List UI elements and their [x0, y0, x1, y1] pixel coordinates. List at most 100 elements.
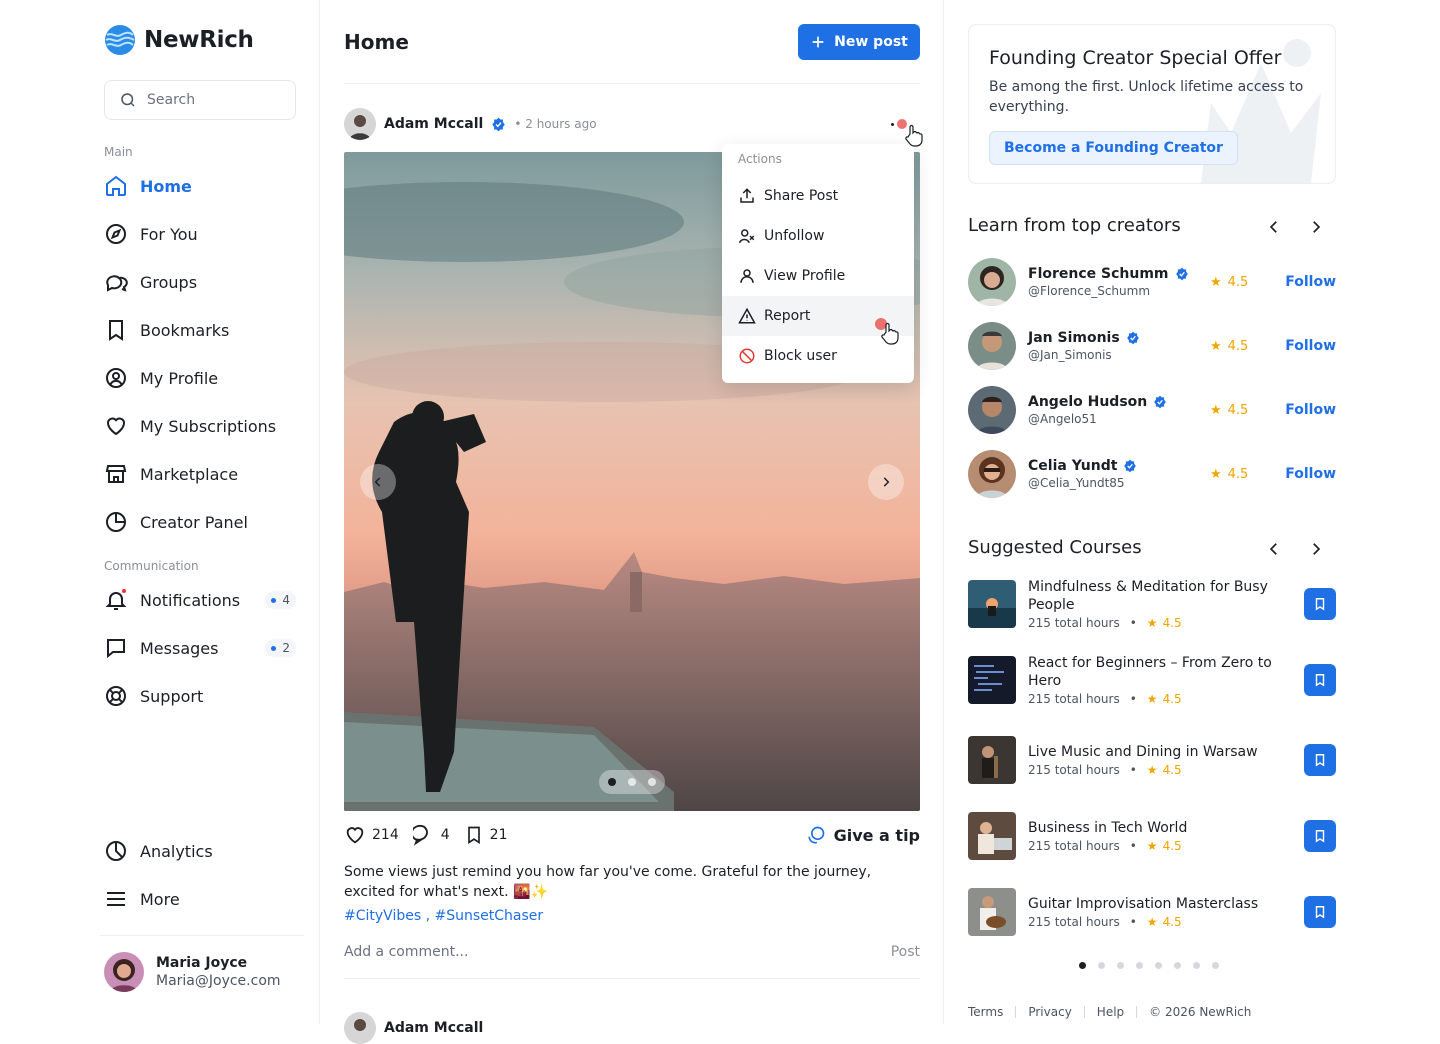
post-caption: Some views just remind you how far you'v…: [344, 864, 872, 900]
avatar[interactable]: [968, 258, 1016, 306]
chevron-left-icon[interactable]: [1265, 218, 1283, 236]
sidebar-item-my-profile[interactable]: My Profile: [104, 362, 300, 394]
sidebar-item-more[interactable]: More: [104, 883, 300, 915]
pagination-dot[interactable]: [1098, 962, 1105, 969]
bookmark-course-button[interactable]: [1304, 820, 1336, 852]
like-button[interactable]: 214: [344, 824, 399, 846]
pagination-dot[interactable]: [1212, 962, 1219, 969]
course-thumbnail[interactable]: [968, 656, 1016, 704]
avatar[interactable]: [344, 1012, 376, 1044]
chevron-left-icon[interactable]: [1265, 540, 1283, 558]
pagination-dot[interactable]: [628, 778, 636, 786]
bookmark-course-button[interactable]: [1304, 588, 1336, 620]
course-title[interactable]: Mindfulness & Meditation for Busy People: [1028, 578, 1276, 614]
post-header: Adam Mccall • 2 hours ago: [344, 108, 597, 140]
pagination-dot[interactable]: [1155, 962, 1162, 969]
new-post-button[interactable]: New post: [798, 24, 920, 60]
become-founding-creator-button[interactable]: Become a Founding Creator: [989, 131, 1238, 165]
save-button[interactable]: 21: [464, 825, 507, 845]
sidebar-item-analytics[interactable]: Analytics: [104, 835, 300, 867]
post-author-name[interactable]: Adam Mccall: [384, 1020, 483, 1036]
menu-item-view-profile[interactable]: View Profile: [722, 256, 914, 296]
creator-name[interactable]: Jan Simonis: [1028, 330, 1140, 346]
course-title[interactable]: Guitar Improvisation Masterclass: [1028, 895, 1276, 913]
pagination-dot[interactable]: [1079, 962, 1086, 969]
follow-button[interactable]: Follow: [1285, 274, 1336, 290]
hashtag-link[interactable]: #CityVibes: [344, 908, 421, 924]
follow-button[interactable]: Follow: [1285, 466, 1336, 482]
comment-button[interactable]: 4: [412, 824, 450, 846]
avatar: [104, 952, 144, 992]
post-author-name[interactable]: Adam Mccall: [384, 116, 483, 132]
bookmark-course-button[interactable]: [1304, 744, 1336, 776]
courses-title: Suggested Courses: [968, 537, 1142, 558]
sidebar-item-creator-panel[interactable]: Creator Panel: [104, 506, 300, 538]
chevron-right-icon[interactable]: [1307, 218, 1325, 236]
course-meta: 215 total hours • ★ 4.5: [1028, 763, 1182, 777]
bookmark-course-button[interactable]: [1304, 896, 1336, 928]
creator-name[interactable]: Celia Yundt: [1028, 458, 1137, 474]
avatar[interactable]: [968, 322, 1016, 370]
course-thumbnail[interactable]: [968, 580, 1016, 628]
post-comment-button[interactable]: Post: [891, 944, 920, 960]
sidebar-item-for-you[interactable]: For You: [104, 218, 300, 250]
course-title[interactable]: Live Music and Dining in Warsaw: [1028, 743, 1276, 761]
sidebar-item-marketplace[interactable]: Marketplace: [104, 458, 300, 490]
sidebar-item-notifications[interactable]: Notifications 4: [104, 584, 300, 616]
pagination-dot[interactable]: [1136, 962, 1143, 969]
notification-dot: [121, 588, 127, 594]
bookmark-icon: [467, 826, 480, 845]
chevron-right-icon[interactable]: [1307, 540, 1325, 558]
follow-button[interactable]: Follow: [1285, 402, 1336, 418]
creators-carousel-controls: [1265, 218, 1325, 236]
sidebar-item-home[interactable]: Home: [104, 170, 300, 202]
pagination-dot[interactable]: [648, 778, 656, 786]
pagination-dot[interactable]: [1174, 962, 1181, 969]
menu-item-unfollow[interactable]: Unfollow: [722, 216, 914, 256]
terms-link[interactable]: Terms: [968, 1005, 1003, 1019]
pagination-dot[interactable]: [1117, 962, 1124, 969]
sidebar-item-messages[interactable]: Messages 2: [104, 632, 300, 664]
menu-item-label: Share Post: [764, 188, 839, 204]
creator-row: Angelo Hudson @Angelo51 ★ 4.5 Follow: [968, 386, 1336, 434]
pagination-dot[interactable]: [1193, 962, 1200, 969]
current-user-card[interactable]: Maria Joyce Maria@Joyce.com: [100, 935, 304, 992]
course-title[interactable]: React for Beginners – From Zero to Hero: [1028, 654, 1276, 690]
menu-item-share-post[interactable]: Share Post: [722, 176, 914, 216]
sidebar-item-groups[interactable]: Groups: [104, 266, 300, 298]
creator-name[interactable]: Florence Schumm: [1028, 266, 1189, 282]
follow-button[interactable]: Follow: [1285, 338, 1336, 354]
pagination-dot[interactable]: [608, 778, 616, 786]
help-link[interactable]: Help: [1097, 1005, 1124, 1019]
sidebar-item-bookmarks[interactable]: Bookmarks: [104, 314, 300, 346]
course-thumbnail[interactable]: [968, 888, 1016, 936]
chevron-left-icon: [374, 477, 381, 487]
avatar[interactable]: [968, 450, 1016, 498]
bookmark-course-button[interactable]: [1304, 664, 1336, 696]
creator-handle: @Jan_Simonis: [1028, 348, 1112, 362]
sidebar-item-label: Bookmarks: [140, 320, 230, 340]
search-input[interactable]: Search: [104, 80, 296, 120]
bookmark-icon: [1315, 754, 1325, 767]
course-title[interactable]: Business in Tech World: [1028, 819, 1276, 837]
sidebar-item-support[interactable]: Support: [104, 680, 300, 712]
section-main-label: Main: [104, 145, 133, 159]
search-placeholder: Search: [147, 92, 196, 108]
user-x-icon: [738, 229, 755, 244]
course-row: React for Beginners – From Zero to Hero …: [968, 654, 1336, 706]
logo[interactable]: NewRich: [104, 24, 254, 56]
comment-input[interactable]: Add a comment...: [344, 944, 468, 960]
give-tip-button[interactable]: Give a tip: [806, 825, 920, 845]
sidebar-item-my-subscriptions[interactable]: My Subscriptions: [104, 410, 300, 442]
creator-name[interactable]: Angelo Hudson: [1028, 394, 1167, 410]
course-meta: 215 total hours • ★ 4.5: [1028, 915, 1182, 929]
avatar[interactable]: [344, 108, 376, 140]
hashtag-link[interactable]: #SunsetChaser: [434, 908, 543, 924]
course-thumbnail[interactable]: [968, 736, 1016, 784]
next-image-button[interactable]: [868, 464, 904, 500]
avatar[interactable]: [968, 386, 1016, 434]
privacy-link[interactable]: Privacy: [1028, 1005, 1071, 1019]
course-thumbnail[interactable]: [968, 812, 1016, 860]
section-communication-label: Communication: [104, 559, 199, 573]
prev-image-button[interactable]: [360, 464, 396, 500]
